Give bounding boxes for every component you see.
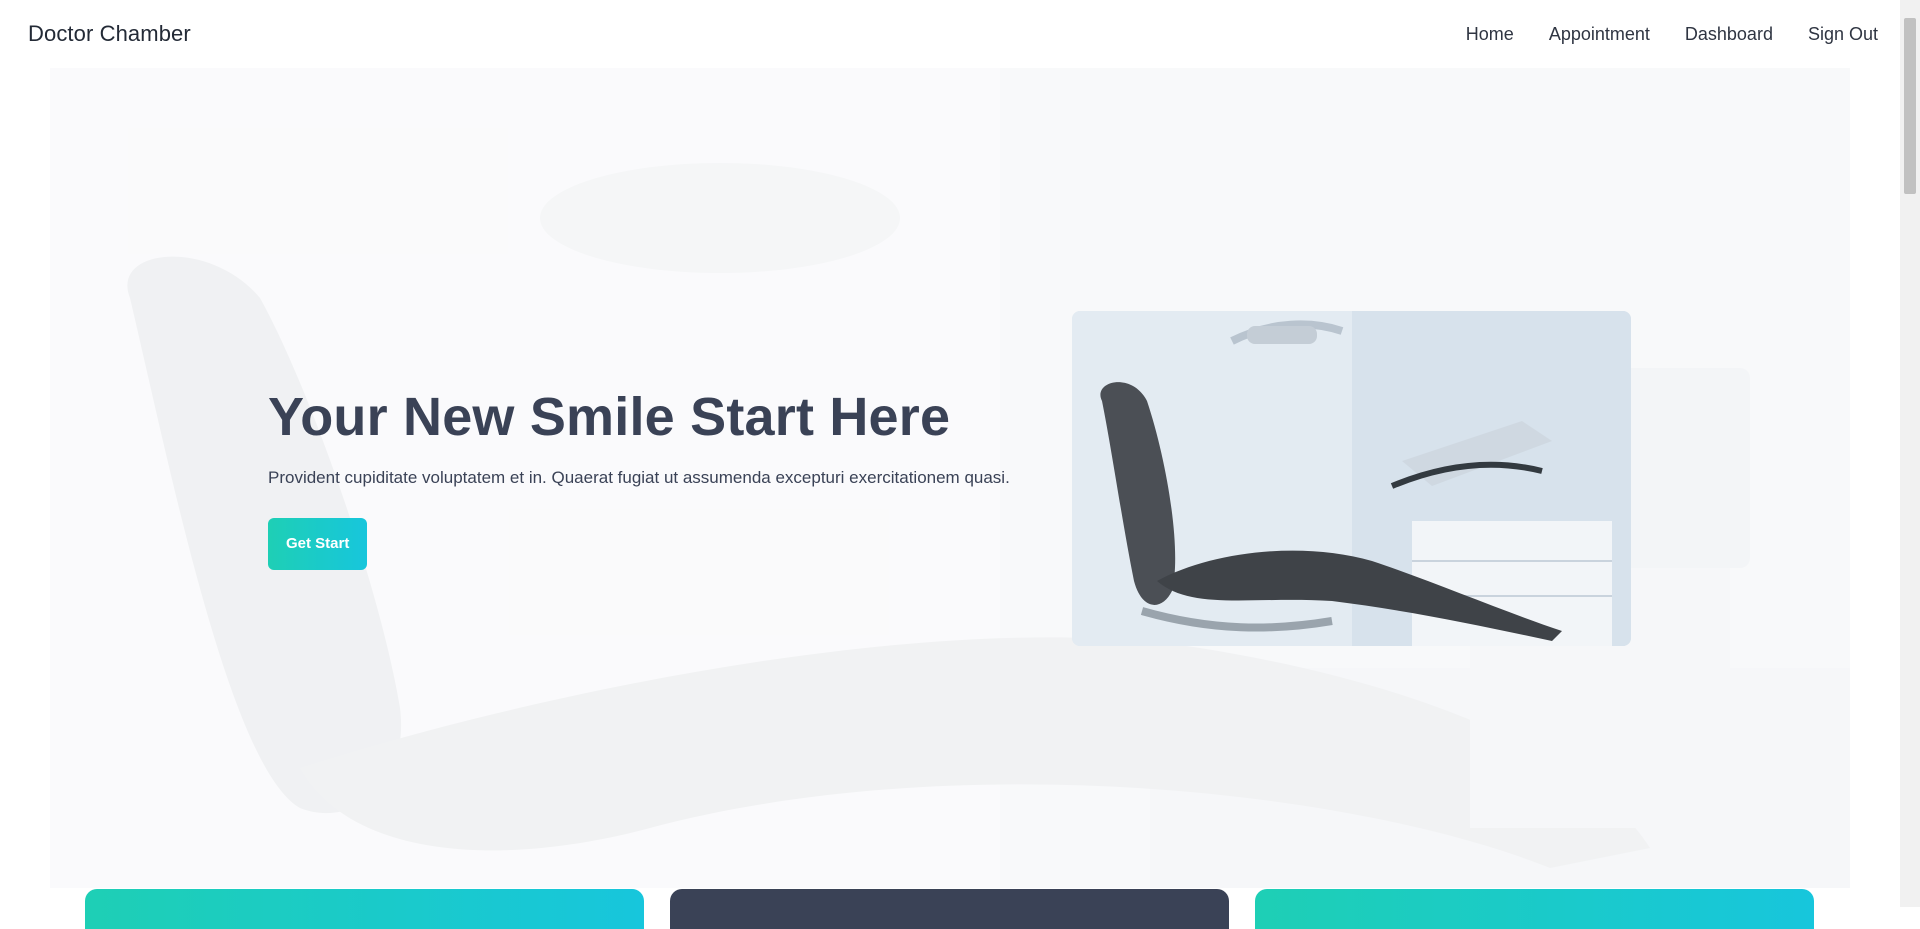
feature-card-1 <box>85 889 644 929</box>
scrollbar-thumb[interactable] <box>1904 18 1916 194</box>
brand-logo[interactable]: Doctor Chamber <box>28 21 191 47</box>
dental-chair-photo-icon <box>1072 311 1631 646</box>
nav-home[interactable]: Home <box>1466 24 1514 45</box>
hero-subtitle: Provident cupiditate voluptatem et in. Q… <box>268 468 1010 488</box>
hero-section: Your New Smile Start Here Provident cupi… <box>50 68 1850 888</box>
feature-card-3 <box>1255 889 1814 929</box>
get-start-button[interactable]: Get Start <box>268 518 368 571</box>
dental-chair-photo <box>1072 311 1631 646</box>
page-scrollbar[interactable] <box>1900 0 1920 907</box>
nav-sign-out[interactable]: Sign Out <box>1808 24 1878 45</box>
hero-content: Your New Smile Start Here Provident cupi… <box>268 386 1068 571</box>
nav-links: Home Appointment Dashboard Sign Out <box>1466 24 1878 45</box>
nav-appointment[interactable]: Appointment <box>1549 24 1650 45</box>
hero-title: Your New Smile Start Here <box>268 387 951 447</box>
nav-dashboard[interactable]: Dashboard <box>1685 24 1773 45</box>
navbar: Doctor Chamber Home Appointment Dashboar… <box>0 0 1900 68</box>
feature-card-2 <box>670 889 1229 929</box>
